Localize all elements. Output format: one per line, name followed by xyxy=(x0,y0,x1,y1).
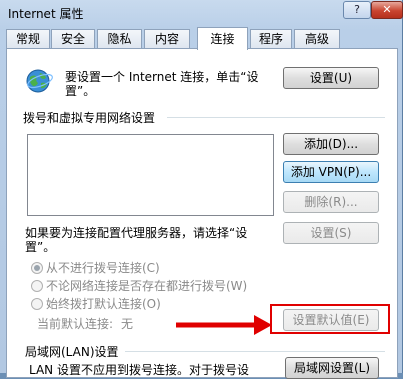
lan-settings-button[interactable]: 局域网设置(L) xyxy=(285,357,379,379)
lan-settings-heading: 局域网(LAN)设置 xyxy=(25,345,119,359)
radio-dial-when-no-connection[interactable]: 不论网络连接是否存在都进行拨号(W) xyxy=(31,277,247,293)
tab-security[interactable]: 安全 xyxy=(51,29,95,49)
section-divider xyxy=(167,117,385,118)
annotation-highlight-box xyxy=(270,304,390,334)
tab-general[interactable]: 常规 xyxy=(6,29,50,49)
current-default-label: 当前默认连接: xyxy=(37,317,114,331)
remove-button[interactable]: 删除(R)... xyxy=(283,191,379,213)
tab-privacy[interactable]: 隐私 xyxy=(97,29,142,49)
title-bar: Internet 属性 ? ✕ xyxy=(0,0,403,26)
proxy-instruction-line2: 置”。 xyxy=(25,240,56,254)
current-default-value: 无 xyxy=(121,317,134,331)
proxy-instruction-line1: 如果要为连接配置代理服务器，请选择“设 xyxy=(25,226,248,240)
tab-connections[interactable]: 连接 xyxy=(197,27,248,50)
help-button[interactable]: ? xyxy=(343,1,371,19)
tab-programs[interactable]: 程序 xyxy=(250,29,292,49)
dialup-vpn-heading: 拨号和虚拟专用网络设置 xyxy=(23,111,156,125)
annotation-arrow-icon xyxy=(176,315,272,335)
radio-indicator xyxy=(31,262,43,274)
setup-button[interactable]: 设置(U) xyxy=(283,67,379,89)
radio-label: 不论网络连接是否存在都进行拨号(W) xyxy=(46,279,248,293)
add-vpn-button[interactable]: 添加 VPN(P)... xyxy=(283,161,379,183)
radio-always-dial-default[interactable]: 始终拨打默认连接(O) xyxy=(31,295,161,311)
globe-network-icon xyxy=(26,69,53,93)
lan-settings-note: LAN 设置不应用到拨号连接。对于拨号设 xyxy=(29,363,249,377)
connections-list[interactable] xyxy=(27,134,274,216)
dialup-settings-button[interactable]: 设置(S) xyxy=(283,222,379,244)
add-button[interactable]: 添加(D)... xyxy=(283,133,379,155)
window-title: Internet 属性 xyxy=(8,7,84,21)
radio-indicator xyxy=(31,298,43,310)
setup-instruction-line2: 置”。 xyxy=(65,84,96,98)
tab-strip: 常规 安全 隐私 内容 连接 程序 高级 xyxy=(6,27,396,50)
close-button[interactable]: ✕ xyxy=(371,1,403,19)
internet-properties-window: Internet 属性 ? ✕ 常规 安全 隐私 内容 连接 程序 高级 要设置… xyxy=(0,0,403,379)
tab-content[interactable]: 内容 xyxy=(144,29,190,49)
section-divider xyxy=(125,351,385,352)
radio-indicator xyxy=(31,280,43,292)
radio-label: 始终拨打默认连接(O) xyxy=(46,297,161,311)
radio-never-dial[interactable]: 从不进行拨号连接(C) xyxy=(31,259,160,275)
tab-advanced[interactable]: 高级 xyxy=(294,29,340,49)
radio-label: 从不进行拨号连接(C) xyxy=(46,261,160,275)
